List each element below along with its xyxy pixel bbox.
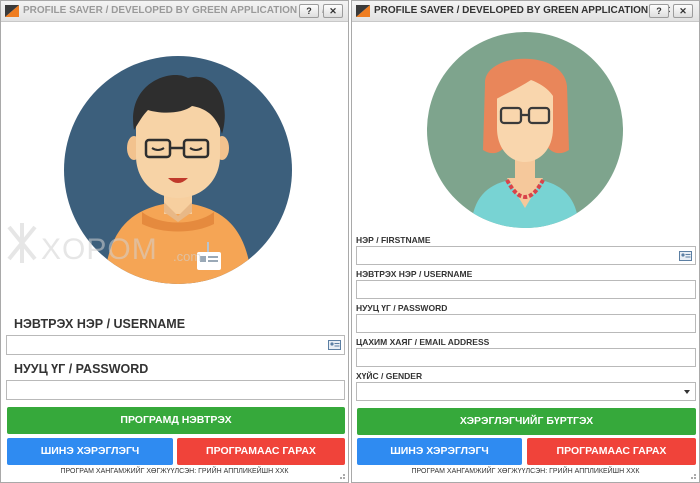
watermark-logo bbox=[7, 223, 37, 263]
female-avatar bbox=[427, 32, 623, 228]
register-button[interactable]: ХЭРЭГЛЭГЧИЙГ БҮРТГЭХ bbox=[357, 408, 696, 435]
title-bar[interactable]: PROFILE SAVER / DEVELOPED BY GREEN APPLI… bbox=[1, 1, 348, 22]
email-input[interactable] bbox=[356, 348, 696, 367]
footer-credit: ПРОГРАМ ХАНГАМЖИЙГ ХӨГЖҮҮЛСЭН: ГРИЙН АПП… bbox=[411, 468, 640, 475]
app-icon bbox=[356, 5, 370, 17]
new-user-button[interactable]: ШИНЭ ХЭРЭГЛЭГЧ bbox=[357, 438, 522, 465]
close-button[interactable]: ✕ bbox=[323, 4, 343, 18]
password-input[interactable] bbox=[6, 380, 345, 400]
watermark: XOPOM .com bbox=[5, 223, 201, 268]
password-label: НУУЦ ҮГ / PASSWORD bbox=[14, 362, 149, 376]
firstname-label: НЭР / FIRSTNAME bbox=[356, 235, 431, 245]
window-title: PROFILE SAVER / DEVELOPED BY GREEN APPLI… bbox=[374, 5, 676, 16]
contact-card-icon[interactable] bbox=[328, 339, 341, 351]
new-user-button[interactable]: ШИНЭ ХЭРЭГЛЭГЧ bbox=[7, 438, 173, 465]
window-title: PROFILE SAVER / DEVELOPED BY GREEN APPLI… bbox=[23, 5, 325, 16]
watermark-domain: .com bbox=[173, 249, 202, 264]
dropdown-arrow-icon[interactable] bbox=[684, 390, 690, 394]
close-button[interactable]: ✕ bbox=[673, 4, 693, 18]
size-grip-icon[interactable] bbox=[688, 471, 696, 479]
register-window: PROFILE SAVER / DEVELOPED BY GREEN APPLI… bbox=[351, 0, 700, 483]
login-button[interactable]: ПРОГРАМД НЭВТРЭХ bbox=[7, 407, 345, 434]
email-label: ЦАХИМ ХАЯГ / EMAIL ADDRESS bbox=[356, 337, 490, 347]
title-bar[interactable]: PROFILE SAVER / DEVELOPED BY GREEN APPLI… bbox=[352, 1, 699, 22]
watermark-text: XOPOM bbox=[41, 233, 158, 266]
exit-button[interactable]: ПРОГРАМААС ГАРАХ bbox=[527, 438, 696, 465]
help-icon: ? bbox=[306, 6, 312, 16]
username-label: НЭВТРЭХ НЭР / USERNAME bbox=[356, 269, 473, 279]
app-icon bbox=[5, 5, 19, 17]
help-button[interactable]: ? bbox=[299, 4, 319, 18]
help-button[interactable]: ? bbox=[649, 4, 669, 18]
help-icon: ? bbox=[656, 6, 662, 16]
login-window: PROFILE SAVER / DEVELOPED BY GREEN APPLI… bbox=[0, 0, 349, 483]
close-icon: ✕ bbox=[329, 6, 337, 16]
password-label: НУУЦ ҮГ / PASSWORD bbox=[356, 303, 448, 313]
exit-button[interactable]: ПРОГРАМААС ГАРАХ bbox=[177, 438, 345, 465]
gender-label: ХҮЙС / GENDER bbox=[356, 371, 423, 381]
gender-select[interactable] bbox=[356, 382, 696, 401]
close-icon: ✕ bbox=[679, 6, 687, 16]
username-label: НЭВТРЭХ НЭР / USERNAME bbox=[14, 317, 186, 331]
size-grip-icon[interactable] bbox=[337, 471, 345, 479]
footer-credit: ПРОГРАМ ХАНГАМЖИЙГ ХӨГЖҮҮЛСЭН: ГРИЙН АПП… bbox=[60, 468, 289, 475]
firstname-input[interactable] bbox=[356, 246, 696, 265]
password-input[interactable] bbox=[356, 314, 696, 333]
contact-card-icon[interactable] bbox=[679, 250, 692, 262]
username-input[interactable] bbox=[356, 280, 696, 299]
username-input[interactable] bbox=[6, 335, 345, 355]
